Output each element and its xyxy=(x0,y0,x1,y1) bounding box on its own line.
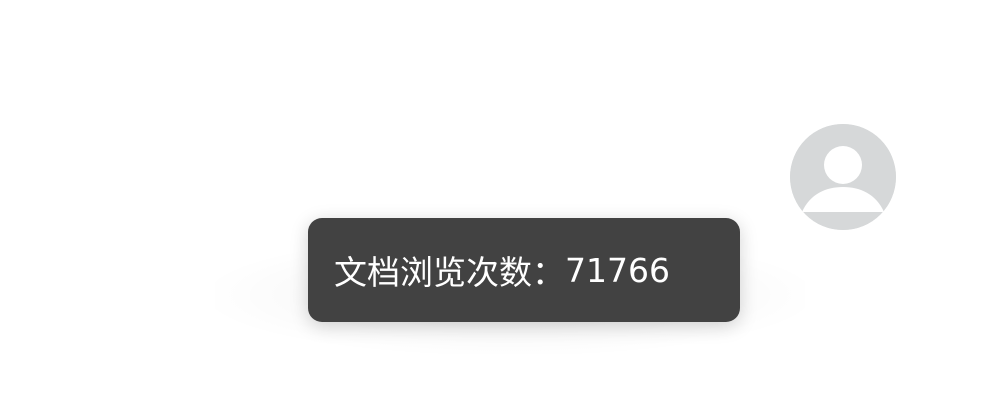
view-count-tooltip: 文档浏览次数： 71766 xyxy=(308,218,740,322)
page: 文档浏览次数： 71766 xyxy=(0,0,1004,400)
view-count-label: 文档浏览次数： xyxy=(334,253,565,292)
user-avatar[interactable] xyxy=(790,124,896,230)
view-count-value: 71766 xyxy=(565,250,670,290)
user-avatar-icon xyxy=(790,124,896,230)
